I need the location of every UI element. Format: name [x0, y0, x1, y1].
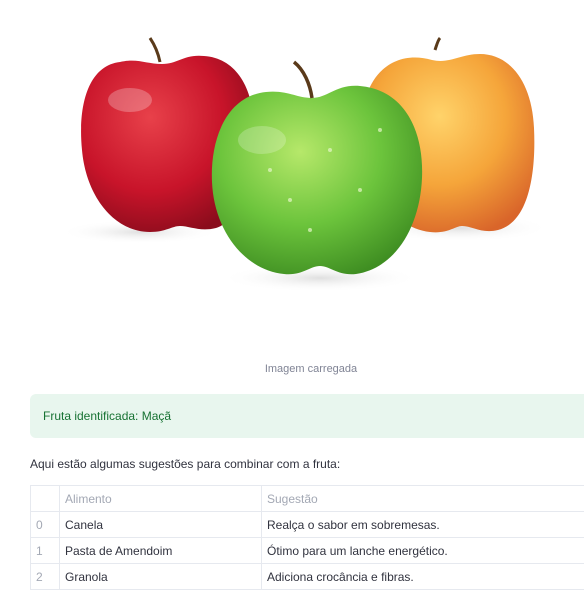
uploaded-image [30, 0, 584, 355]
row-index: 1 [30, 537, 60, 564]
row-alimento: Pasta de Amendoim [59, 537, 262, 564]
apples-image [60, 36, 550, 292]
header-sugestao: Sugestão [261, 485, 584, 512]
row-alimento: Granola [59, 563, 262, 590]
header-alimento: Alimento [59, 485, 262, 512]
success-alert: Fruta identificada: Maçã [30, 394, 584, 438]
row-sugestao: Realça o sabor em sobremesas. [261, 511, 584, 538]
row-index: 2 [30, 563, 60, 590]
row-sugestao: Adiciona crocância e fibras. [261, 563, 584, 590]
suggestions-intro: Aqui estão algumas sugestões para combin… [30, 457, 341, 471]
success-alert-text: Fruta identificada: Maçã [43, 409, 172, 423]
table-header-row: Alimento Sugestão [30, 485, 584, 512]
row-index: 0 [30, 511, 60, 538]
image-caption: Imagem carregada [264, 363, 358, 375]
table-row: 1 Pasta de Amendoim Ótimo para um lanche… [30, 537, 584, 564]
table-row: 2 Granola Adiciona crocância e fibras. [30, 563, 584, 590]
row-alimento: Canela [59, 511, 262, 538]
table-row: 0 Canela Realça o sabor em sobremesas. [30, 511, 584, 538]
row-sugestao: Ótimo para um lanche energético. [261, 537, 584, 564]
suggestions-table: Alimento Sugestão 0 Canela Realça o sabo… [30, 485, 584, 590]
header-index [30, 485, 60, 512]
app-page: Imagem carregada Fruta identificada: Maç… [0, 0, 584, 614]
